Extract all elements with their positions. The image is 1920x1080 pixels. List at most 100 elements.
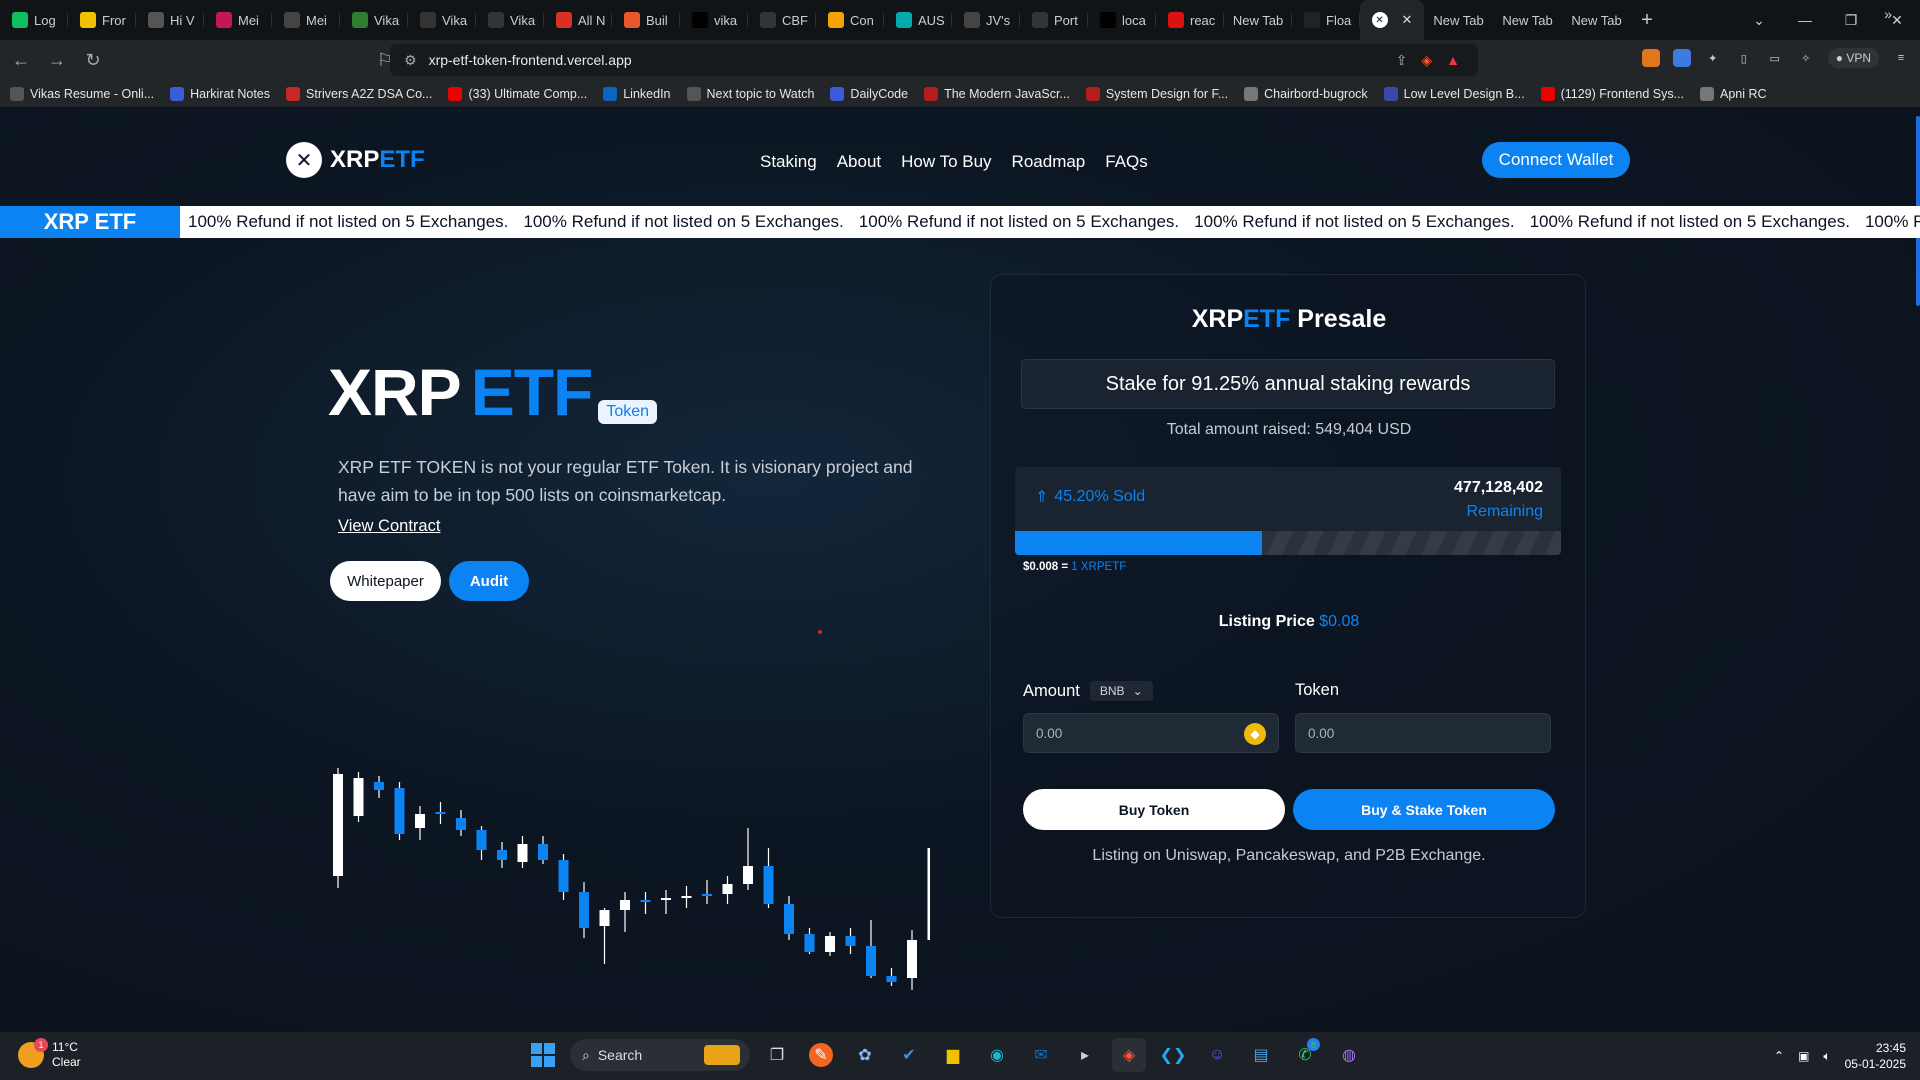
audit-button[interactable]: Audit <box>449 561 529 601</box>
bookmark-item[interactable]: Strivers A2Z DSA Co... <box>286 86 432 101</box>
edge-icon[interactable]: ◉ <box>980 1038 1014 1072</box>
tab-9[interactable]: Buil <box>612 0 680 40</box>
bookmark-item[interactable]: Apni RC <box>1700 86 1767 101</box>
tab-favicon-f <box>80 12 96 28</box>
tab-16[interactable]: loca <box>1088 0 1156 40</box>
view-contract-link[interactable]: View Contract <box>338 517 440 536</box>
tab-2[interactable]: Hi V <box>136 0 204 40</box>
bookmark-item[interactable]: Low Level Design B... <box>1383 86 1525 101</box>
tab-3[interactable]: Mei <box>204 0 272 40</box>
url-field[interactable]: ⚙ xrp-etf-token-frontend.vercel.app ⇪ ◈ … <box>390 44 1478 76</box>
weather-widget[interactable]: 1 11°C Clear <box>18 1038 81 1070</box>
tab-19[interactable]: Floa <box>1292 0 1360 40</box>
forward-button[interactable]: → <box>42 45 72 75</box>
clock-date: 05-01-2025 <box>1844 1057 1906 1071</box>
bookmark-item[interactable]: Next topic to Watch <box>686 86 814 101</box>
task-view-icon[interactable]: ❐ <box>760 1038 794 1072</box>
tab-12[interactable]: Con <box>816 0 884 40</box>
tab-5[interactable]: Vika <box>340 0 408 40</box>
tab-new-tab-2[interactable]: New Tab <box>1493 0 1562 40</box>
bookmark-item[interactable]: Chairbord-bugrock <box>1244 86 1368 101</box>
close-window-button[interactable]: ✕ <box>1874 0 1920 40</box>
leo-ai-icon[interactable]: ✧ <box>1797 49 1815 67</box>
bookmark-item[interactable]: Harkirat Notes <box>170 86 270 101</box>
clock[interactable]: 23:45 05-01-2025 <box>1845 1040 1906 1072</box>
volume-icon[interactable]: 🔈︎ <box>1823 1049 1830 1064</box>
whatsapp-icon[interactable]: ✆ 8 <box>1288 1038 1322 1072</box>
discord-icon[interactable]: ☺ <box>1200 1038 1234 1072</box>
tab-active[interactable]: ✕ ✕ <box>1360 0 1424 40</box>
taskbar-search[interactable]: ⌕ Search <box>570 1039 750 1071</box>
windows-start-icon[interactable] <box>526 1038 560 1072</box>
progress-bar-track <box>1015 531 1561 555</box>
brave-rewards-icon[interactable]: ▲ <box>1446 52 1460 68</box>
nav-about[interactable]: About <box>837 152 881 172</box>
tab-7[interactable]: Vika <box>476 0 544 40</box>
reload-button[interactable]: ↻ <box>78 45 108 75</box>
tab-14[interactable]: JV's <box>952 0 1020 40</box>
close-tab-icon[interactable]: ✕ <box>1402 12 1413 28</box>
restore-button[interactable]: ❐ <box>1828 0 1874 40</box>
tab-13[interactable]: AUS <box>884 0 952 40</box>
bookmark-item[interactable]: Vikas Resume - Onli... <box>10 86 154 101</box>
site-logo[interactable]: ✕ XRPETF <box>286 142 425 178</box>
menu-icon[interactable]: ≡ <box>1892 49 1910 67</box>
tab-0[interactable]: Log <box>0 0 68 40</box>
sidebar-icon[interactable]: ▯ <box>1735 49 1753 67</box>
whitepaper-button[interactable]: Whitepaper <box>330 561 441 601</box>
currency-select[interactable]: BNB ⌄ <box>1089 681 1153 701</box>
bookmark-item[interactable]: The Modern JavaScr... <box>924 86 1070 101</box>
buy-and-stake-button[interactable]: Buy & Stake Token <box>1293 789 1555 830</box>
todo-icon[interactable]: ✔ <box>892 1038 926 1072</box>
bookmark-item[interactable]: (1129) Frontend Sys... <box>1540 86 1684 101</box>
connect-wallet-button[interactable]: Connect Wallet <box>1482 142 1630 178</box>
network-icon[interactable]: ▣ <box>1798 1049 1809 1063</box>
tab-6[interactable]: Vika <box>408 0 476 40</box>
github-desktop-icon[interactable]: ◍ <box>1332 1038 1366 1072</box>
new-tab-button[interactable]: + <box>1631 0 1663 40</box>
bookmark-item[interactable]: (33) Ultimate Comp... <box>448 86 587 101</box>
terminal-icon[interactable]: ▸ <box>1068 1038 1102 1072</box>
token-input[interactable]: 0.00 <box>1295 713 1551 753</box>
puzzle-icon[interactable]: ✦ <box>1704 49 1722 67</box>
brave-shields-icon[interactable]: ◈ <box>1421 52 1432 69</box>
nav-faqs[interactable]: FAQs <box>1105 152 1148 172</box>
tab-8[interactable]: All N <box>544 0 612 40</box>
nav-roadmap[interactable]: Roadmap <box>1012 152 1086 172</box>
candle-body <box>866 946 876 976</box>
tab-18[interactable]: New Tab <box>1224 0 1292 40</box>
tab-new-tab-3[interactable]: New Tab <box>1562 0 1631 40</box>
vpn-button[interactable]: ● VPN <box>1827 48 1879 68</box>
vscode-icon[interactable]: ❮❯ <box>1156 1038 1190 1072</box>
app-orange-icon[interactable]: ✎ <box>809 1043 833 1067</box>
bookmarks-overflow-icon[interactable]: » <box>1884 6 1892 22</box>
notepad-icon[interactable]: ▤ <box>1244 1038 1278 1072</box>
brave-icon[interactable]: ◈ <box>1112 1038 1146 1072</box>
amount-input[interactable]: 0.00 ◆ <box>1023 713 1279 753</box>
file-explorer-icon[interactable]: ▆ <box>936 1038 970 1072</box>
buy-token-button[interactable]: Buy Token <box>1023 789 1285 830</box>
share-icon[interactable]: ⇪ <box>1396 52 1408 69</box>
tab-10[interactable]: vika <box>680 0 748 40</box>
extension-icon[interactable] <box>1672 49 1691 67</box>
tray-chevron-up-icon[interactable]: ⌃ <box>1774 1049 1784 1063</box>
tab-15[interactable]: Port <box>1020 0 1088 40</box>
tab-1[interactable]: Fror <box>68 0 136 40</box>
tab-search-chevron-icon[interactable]: ⌄ <box>1736 0 1782 40</box>
bookmark-item[interactable]: DailyCode <box>830 86 908 101</box>
nav-staking[interactable]: Staking <box>760 152 817 172</box>
outlook-icon[interactable]: ✉ <box>1024 1038 1058 1072</box>
tab-new-tab-1[interactable]: New Tab <box>1424 0 1493 40</box>
site-info-icon[interactable]: ⚙ <box>404 52 417 69</box>
metamask-icon[interactable] <box>1641 49 1660 67</box>
tab-11[interactable]: CBF <box>748 0 816 40</box>
copilot-icon[interactable]: ✿ <box>848 1038 882 1072</box>
nav-how-to-buy[interactable]: How To Buy <box>901 152 991 172</box>
bookmark-item[interactable]: System Design for F... <box>1085 86 1228 101</box>
tab-17[interactable]: reac <box>1156 0 1224 40</box>
back-button[interactable]: ← <box>6 45 36 75</box>
tab-4[interactable]: Mei <box>272 0 340 40</box>
bookmark-item[interactable]: LinkedIn <box>603 86 671 101</box>
wallet-icon[interactable]: ▭ <box>1766 49 1784 67</box>
minimize-button[interactable]: — <box>1782 0 1828 40</box>
